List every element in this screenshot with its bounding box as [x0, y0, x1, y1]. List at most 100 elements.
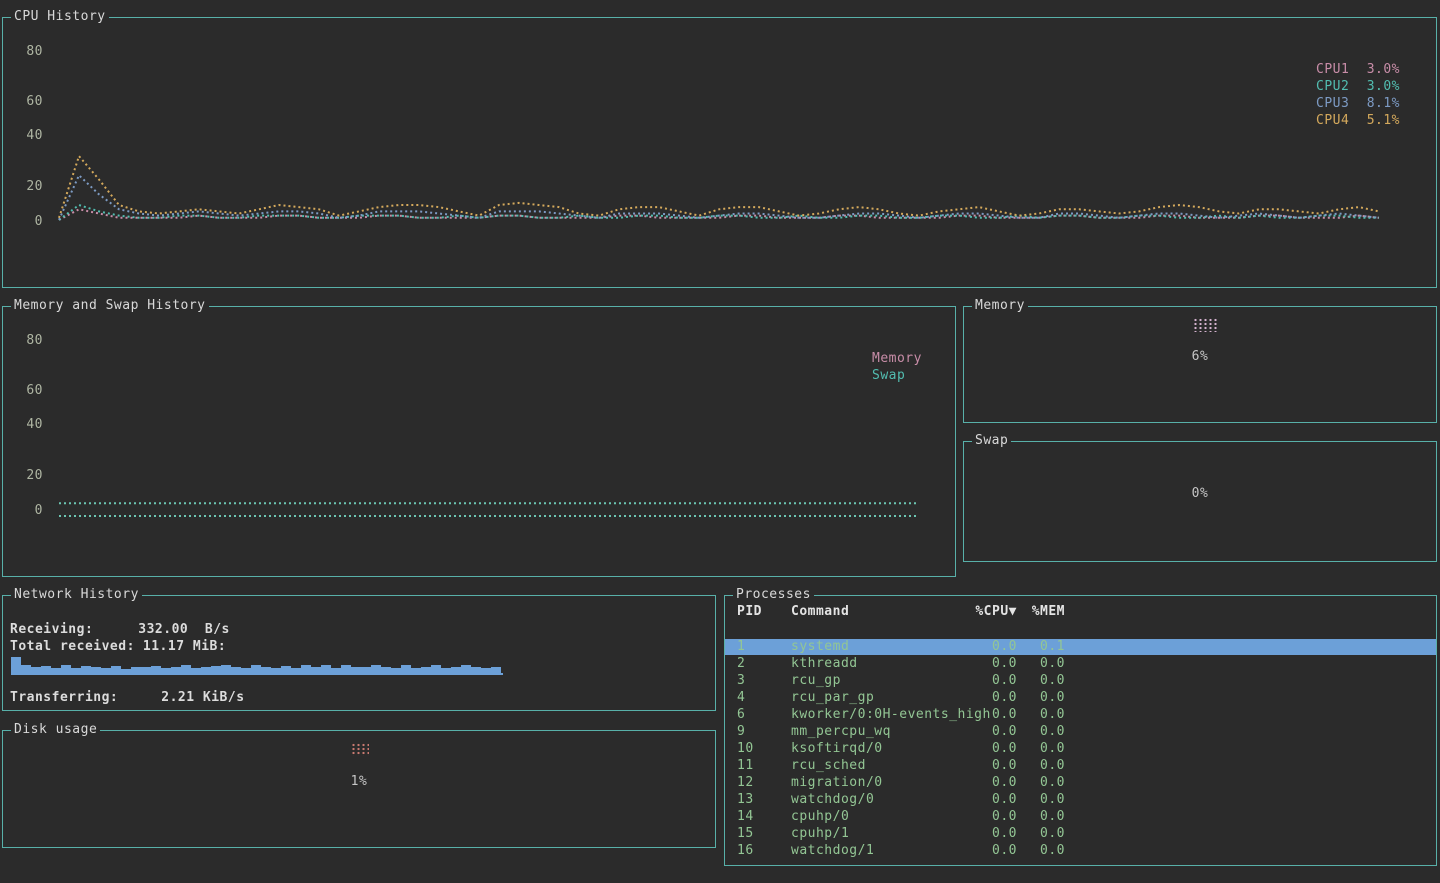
process-mem-percent: 0.0 — [985, 741, 1065, 757]
sparkline-bar — [371, 665, 381, 673]
sparkline-bar — [21, 665, 31, 673]
process-row[interactable]: 10ksoftirqd/00.00.0 — [725, 741, 1436, 757]
panel-title: Disk usage — [11, 722, 100, 738]
sparkline-bar — [321, 665, 331, 673]
sparkline-baseline — [11, 673, 503, 675]
y-tick-label: 20 — [21, 179, 43, 195]
chart-series-line — [59, 156, 1379, 218]
sparkline-bar — [471, 667, 481, 673]
process-row-selected[interactable]: 1systemd0.00.1 — [725, 639, 1436, 655]
sparkline-bar — [381, 667, 391, 673]
sparkline-bar — [141, 667, 151, 673]
transferring-value: 2.21 KiB/s — [161, 690, 244, 706]
sparkline-bar — [11, 657, 21, 673]
sparkline-bar — [181, 665, 191, 673]
sparkline-bar — [261, 667, 271, 673]
process-pid: 13 — [737, 792, 781, 808]
cpu-legend-item: CPU13.0% — [1316, 61, 1400, 78]
receiving-value: 332.00 B/s — [138, 622, 230, 638]
sparkline-bar — [231, 667, 241, 673]
process-pid: 10 — [737, 741, 781, 757]
panel-title: CPU History — [11, 9, 109, 25]
process-pid: 4 — [737, 690, 781, 706]
process-row[interactable]: 14cpuhp/00.00.0 — [725, 809, 1436, 825]
y-tick-label: 80 — [21, 44, 43, 60]
memory-percent-value: 6% — [964, 349, 1436, 365]
sparkline-bar — [341, 665, 351, 673]
process-row[interactable]: 16watchdog/10.00.0 — [725, 843, 1436, 859]
panel-title: Swap — [972, 433, 1011, 449]
process-row[interactable]: 11rcu_sched0.00.0 — [725, 758, 1436, 774]
sparkline-bar — [301, 665, 311, 673]
sparkline-bar — [201, 667, 211, 673]
cpu-legend-item: CPU23.0% — [1316, 78, 1400, 95]
sparkline-bar — [421, 667, 431, 673]
legend-series-name: CPU4 — [1316, 112, 1354, 129]
y-tick-label: 60 — [21, 383, 43, 399]
sparkline-bar — [71, 668, 81, 673]
sparkline-bar — [461, 665, 471, 673]
panel-title: Network History — [11, 587, 142, 603]
memswap-legend-item: Swap — [872, 367, 922, 384]
sparkline-bar — [121, 669, 131, 673]
legend-series-value: 8.1% — [1354, 95, 1400, 112]
legend-series-value: 3.0% — [1354, 61, 1400, 78]
memory-swap-history-panel: Memory and Swap History 806040200 Memory… — [2, 306, 956, 577]
sparkline-bar — [481, 668, 491, 673]
sparkline-bar — [161, 668, 171, 673]
panel-title: Processes — [733, 587, 814, 603]
process-pid: 11 — [737, 758, 781, 774]
process-row[interactable]: 6kworker/0:0H-events_high0.00.0 — [725, 707, 1436, 723]
process-row[interactable]: 12migration/00.00.0 — [725, 775, 1436, 791]
network-history-panel: Network History Receiving:332.00 B/s Tot… — [2, 595, 716, 711]
process-mem-percent: 0.0 — [985, 775, 1065, 791]
y-tick-label: 40 — [21, 128, 43, 144]
network-receive-sparkline — [11, 652, 503, 676]
sparkline-bar — [401, 665, 411, 673]
process-mem-percent: 0.0 — [985, 809, 1065, 825]
sparkline-bar — [241, 668, 251, 673]
process-pid: 16 — [737, 843, 781, 859]
sparkline-bar — [211, 666, 221, 673]
y-tick-label: 20 — [21, 468, 43, 484]
sparkline-bar — [331, 668, 341, 673]
process-row[interactable]: 9mm_percpu_wq0.00.0 — [725, 724, 1436, 740]
process-row[interactable]: 3rcu_gp0.00.0 — [725, 673, 1436, 689]
disk-usage-panel: Disk usage 1% — [2, 730, 716, 848]
sparkline-bar — [431, 665, 441, 673]
sparkline-bar — [171, 667, 181, 673]
memory-gauge-panel: Memory 6% — [963, 306, 1437, 423]
sparkline-bar — [31, 667, 41, 673]
disk-braille-dots — [351, 743, 369, 756]
sparkline-bar — [51, 668, 61, 673]
process-row[interactable]: 15cpuhp/10.00.0 — [725, 826, 1436, 842]
sparkline-bar — [491, 667, 501, 673]
sparkline-bar — [441, 668, 451, 673]
sparkline-bar — [271, 668, 281, 673]
process-pid: 1 — [737, 639, 781, 655]
process-mem-percent: 0.0 — [985, 758, 1065, 774]
disk-percent-value: 1% — [3, 774, 715, 790]
swap-percent-value: 0% — [964, 486, 1436, 502]
y-tick-label: 80 — [21, 333, 43, 349]
sparkline-bar — [131, 667, 141, 673]
column-header-pid[interactable]: PID — [737, 604, 781, 620]
process-mem-percent: 0.0 — [985, 826, 1065, 842]
processes-panel: Processes PID Command %CPU▼ %MEM 1system… — [724, 595, 1437, 866]
process-row[interactable]: 2kthreadd0.00.0 — [725, 656, 1436, 672]
legend-series-value: 3.0% — [1354, 78, 1400, 95]
sparkline-bar — [61, 665, 71, 673]
process-pid: 3 — [737, 673, 781, 689]
process-pid: 2 — [737, 656, 781, 672]
sparkline-bar — [111, 666, 121, 673]
sparkline-bar — [281, 666, 291, 673]
column-header-mem[interactable]: %MEM — [985, 604, 1065, 620]
system-monitor-tui: { "colors": { "background": "#2b2b2b", "… — [0, 0, 1440, 883]
process-mem-percent: 0.0 — [985, 690, 1065, 706]
panel-title: Memory and Swap History — [11, 298, 209, 314]
sparkline-bar — [191, 668, 201, 673]
process-row[interactable]: 4rcu_par_gp0.00.0 — [725, 690, 1436, 706]
process-row[interactable]: 13watchdog/00.00.0 — [725, 792, 1436, 808]
memory-braille-dots — [1193, 318, 1217, 332]
process-mem-percent: 0.0 — [985, 707, 1065, 723]
